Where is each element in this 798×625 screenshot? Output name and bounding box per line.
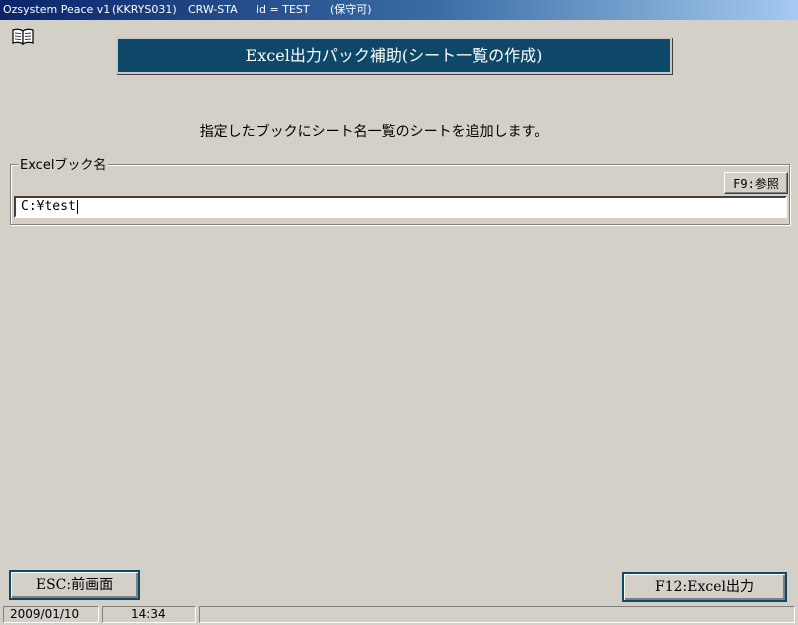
app-name: Ozsystem Peace v1 [3,3,111,16]
excel-path-value: C:¥test [21,199,76,214]
mode-label: (保守可) [330,3,372,16]
excel-book-label: Excelブック名 [18,154,109,173]
text-caret [76,199,78,214]
status-date: 2009/01/10 [3,606,99,623]
status-message [199,606,795,623]
excel-export-button[interactable]: F12:Excel出力 [622,572,787,602]
browse-button[interactable]: F9:参照 [724,172,788,194]
program-id: (KKRYS031) [112,3,177,16]
book-icon[interactable] [11,27,35,46]
title-bar: Ozsystem Peace v1 (KKRYS031) CRW-STA id … [0,0,798,20]
status-time: 14:34 [102,606,196,623]
page-title: Excel出力パック補助(シート一覧の作成) [116,37,672,74]
station-name: CRW-STA [188,3,238,16]
back-button[interactable]: ESC:前画面 [9,570,140,600]
excel-path-input[interactable]: C:¥test [14,196,787,218]
status-bar: 2009/01/10 14:34 [0,604,798,625]
instruction-text: 指定したブックにシート名一覧のシートを追加します。 [199,124,549,140]
user-id: id = TEST [256,3,310,16]
